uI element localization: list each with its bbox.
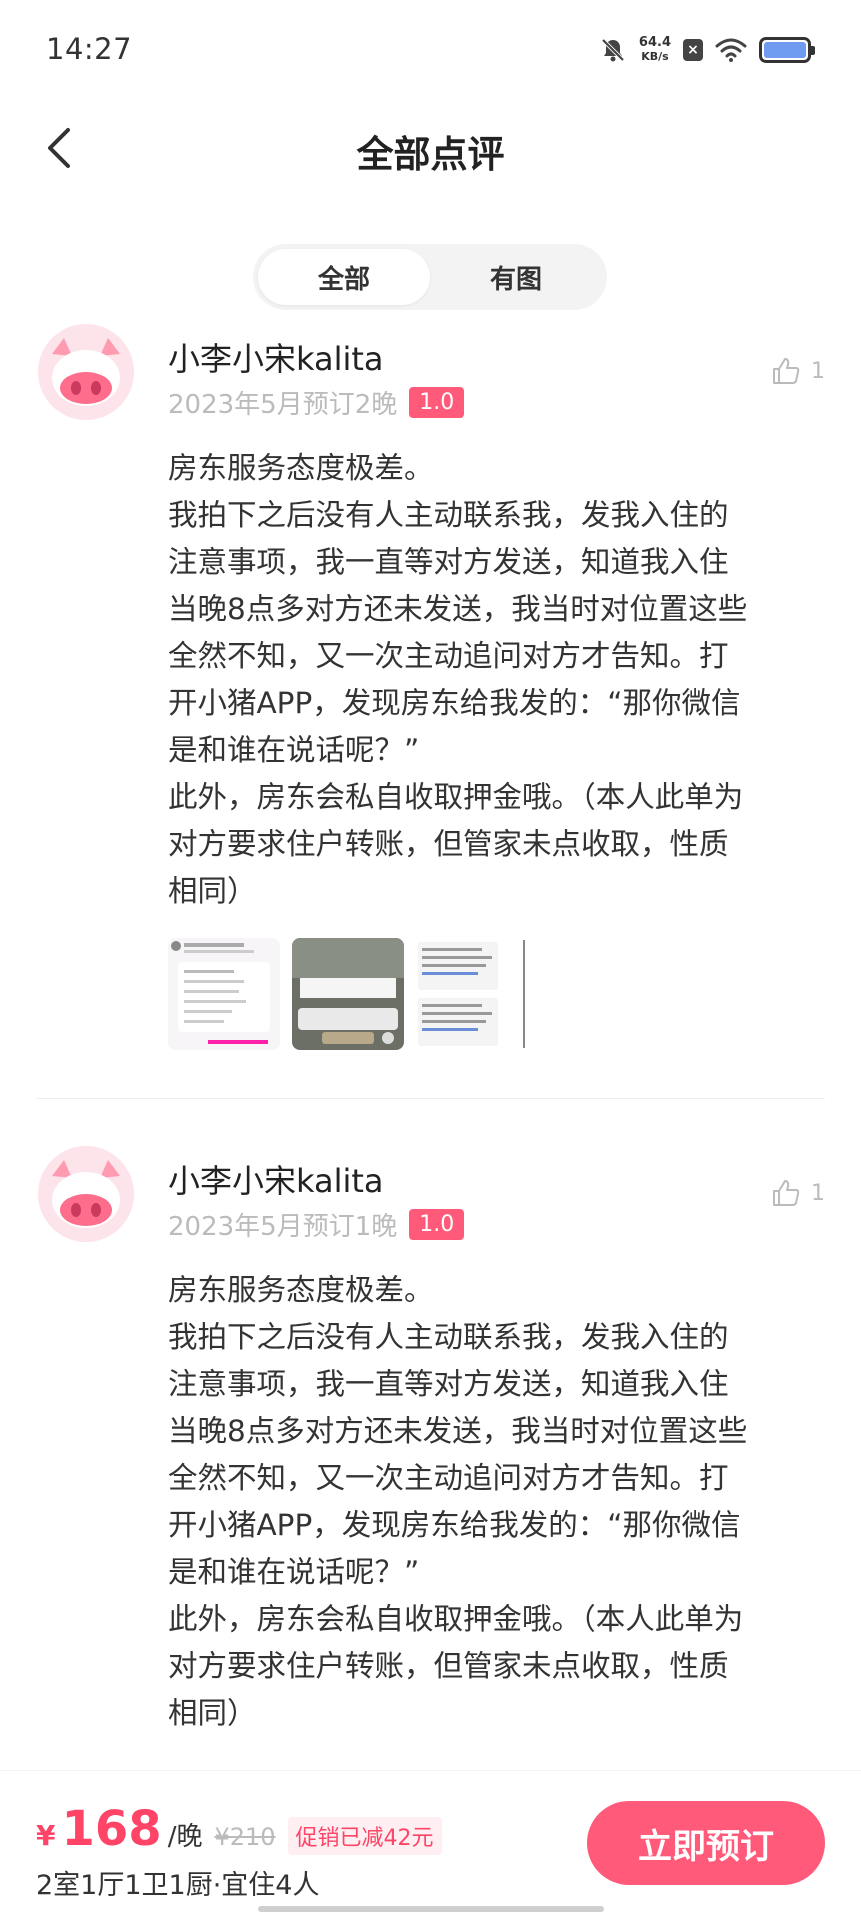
review-line: 当晚8点多对方还未发送，我当时对位置这些 xyxy=(168,592,748,626)
review-line: 此外，房东会私自收取押金哦。（本人此单为 xyxy=(168,1602,744,1636)
battery-icon xyxy=(759,37,815,63)
original-price: ¥210 xyxy=(214,1823,276,1851)
speed-value: 64.4 xyxy=(638,35,671,50)
review-photo[interactable] xyxy=(168,938,280,1050)
reviewer-name: 小李小宋kalita xyxy=(168,1162,384,1200)
review-photo[interactable] xyxy=(416,938,528,1050)
review-line: 开小猪APP，发现房东给我发的：“那你微信 xyxy=(168,1508,741,1542)
like-count: 1 xyxy=(811,358,825,384)
like-button[interactable]: 1 xyxy=(771,356,825,386)
mute-bell-icon xyxy=(601,38,625,62)
price: 168 xyxy=(61,1801,162,1857)
book-now-button[interactable]: 立即预订 xyxy=(587,1801,825,1885)
like-button[interactable]: 1 xyxy=(771,1178,825,1208)
review-line: 相同） xyxy=(168,1696,257,1730)
review-line: 相同） xyxy=(168,874,257,908)
review-line: 我拍下之后没有人主动联系我，发我入住的 xyxy=(168,498,729,532)
status-time: 14:27 xyxy=(46,32,133,66)
status-icons: 64.4 KB/s × xyxy=(599,30,815,70)
review-line: 开小猪APP，发现房东给我发的：“那你微信 xyxy=(168,686,741,720)
review-line: 是和谁在说话呢？” xyxy=(168,733,420,767)
review-line: 注意事项，我一直等对方发送，知道我入住 xyxy=(168,545,729,579)
review-line: 是和谁在说话呢？” xyxy=(168,1555,420,1589)
review-photo[interactable] xyxy=(292,938,404,1050)
review-line: 我拍下之后没有人主动联系我，发我入住的 xyxy=(168,1320,729,1354)
page-title: 全部点评 xyxy=(356,133,505,176)
review-line: 房东服务态度极差。 xyxy=(168,451,434,485)
tab-with-photos[interactable]: 有图 xyxy=(430,249,602,305)
speed-unit: KB/s xyxy=(641,50,669,63)
status-bar: 14:27 64.4 KB/s × xyxy=(0,0,861,100)
review-line: 对方要求住户转账，但管家未点收取，性质 xyxy=(168,1649,729,1683)
review-meta: 2023年5月预订1晚 1.0 xyxy=(168,1206,465,1243)
price-unit: /晚 xyxy=(167,1822,203,1852)
score-badge: 1.0 xyxy=(409,387,465,418)
review-line: 全然不知，又一次主动追问对方才告知。打 xyxy=(168,639,729,673)
network-speed: 64.4 KB/s xyxy=(639,36,671,64)
review-line: 当晚8点多对方还未发送，我当时对位置这些 xyxy=(168,1414,748,1448)
review-meta: 2023年5月预订2晚 1.0 xyxy=(168,384,465,421)
divider xyxy=(36,1098,825,1099)
currency-symbol: ¥ xyxy=(36,1819,56,1852)
thumbs-up-icon xyxy=(773,1180,800,1206)
wifi-icon xyxy=(715,38,747,62)
filter-tabs: 全部 有图 xyxy=(253,244,607,310)
review-text: 房东服务态度极差。 我拍下之后没有人主动联系我，发我入住的 注意事项，我一直等对… xyxy=(168,445,828,915)
tab-all[interactable]: 全部 xyxy=(258,249,430,305)
thumbs-up-icon xyxy=(773,358,800,384)
review-line: 对方要求住户转账，但管家未点收取，性质 xyxy=(168,827,729,861)
review-line: 注意事项，我一直等对方发送，知道我入住 xyxy=(168,1367,729,1401)
score-badge: 1.0 xyxy=(409,1209,465,1240)
nav-bar: 全部点评 xyxy=(0,100,861,200)
avatar[interactable] xyxy=(38,324,134,420)
review-date: 2023年5月预订1晚 xyxy=(168,1212,398,1242)
review-date: 2023年5月预订2晚 xyxy=(168,390,398,420)
room-info: 2室1厅1卫1厨·宜住4人 xyxy=(36,1870,320,1901)
reviewer-name: 小李小宋kalita xyxy=(168,340,384,378)
review-text: 房东服务态度极差。 我拍下之后没有人主动联系我，发我入住的 注意事项，我一直等对… xyxy=(168,1267,828,1737)
review-line: 此外，房东会私自收取押金哦。（本人此单为 xyxy=(168,780,744,814)
avatar[interactable] xyxy=(38,1146,134,1242)
price-row: ¥ 168 /晚 ¥210 促销已减42元 xyxy=(36,1801,442,1857)
booking-bar: ¥ 168 /晚 ¥210 促销已减42元 2室1厅1卫1厨·宜住4人 立即预订 xyxy=(0,1770,861,1920)
review-line: 房东服务态度极差。 xyxy=(168,1273,434,1307)
like-count: 1 xyxy=(811,1180,825,1206)
review-photos xyxy=(168,938,528,1050)
home-indicator[interactable] xyxy=(258,1906,604,1912)
no-sim-icon: × xyxy=(683,39,703,61)
promo-badge: 促销已减42元 xyxy=(287,1817,442,1855)
review-line: 全然不知，又一次主动追问对方才告知。打 xyxy=(168,1461,729,1495)
